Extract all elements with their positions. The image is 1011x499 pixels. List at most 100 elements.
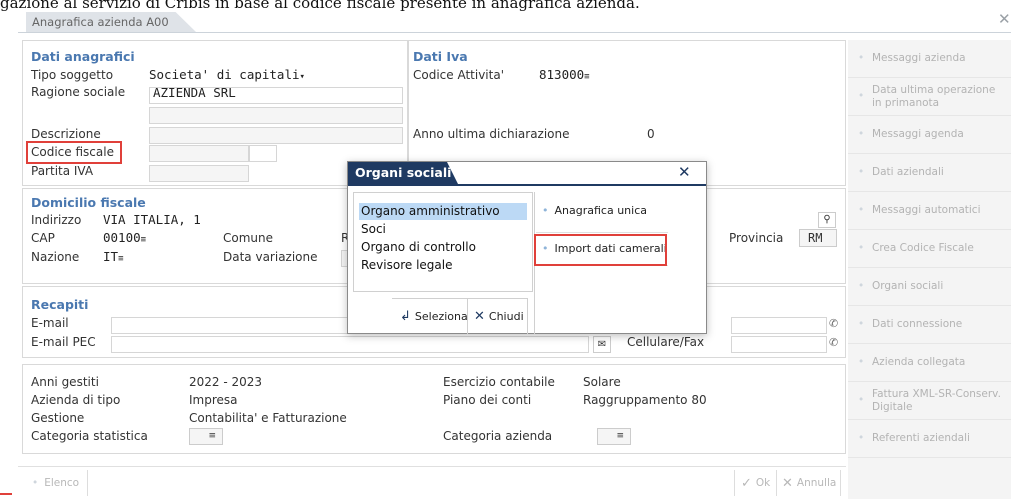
categoria-azienda-field[interactable]: ≡ bbox=[597, 428, 631, 445]
lookup-icon: ≡ bbox=[140, 235, 147, 245]
seleziona-label: Seleziona bbox=[414, 309, 468, 323]
anno-dichiarazione-label: Anno ultima dichiarazione bbox=[413, 127, 570, 141]
sidebar-item-organi-sociali[interactable]: Organi sociali bbox=[848, 268, 1011, 306]
data-variazione-label: Data variazione bbox=[223, 250, 318, 264]
sidebar-item-messaggi-automatici[interactable]: Messaggi automatici bbox=[848, 192, 1011, 230]
cap-field[interactable]: 00100≡ bbox=[103, 230, 146, 245]
bullet-icon: • bbox=[542, 204, 549, 217]
window-close-icon[interactable]: ✕ bbox=[998, 10, 1011, 28]
caption-text: gazione al servizio di Cribis in base al… bbox=[0, 0, 640, 12]
ragione-sociale-line2[interactable] bbox=[149, 107, 403, 124]
categoria-statistica-label: Categoria statistica bbox=[31, 429, 148, 443]
categoria-azienda-label: Categoria azienda bbox=[443, 429, 553, 443]
azienda-tipo-label: Azienda di tipo bbox=[31, 393, 121, 407]
list-item-organo-amministrativo[interactable]: Organo amministrativo bbox=[359, 203, 527, 220]
anni-gestiti-value: 2022 - 2023 bbox=[189, 375, 263, 389]
codice-fiscale-field[interactable] bbox=[149, 145, 249, 162]
annulla-button[interactable]: ✕ Annulla bbox=[778, 470, 842, 496]
piano-conti-value: Raggruppamento 80 bbox=[583, 393, 707, 407]
ok-button[interactable]: ✓ Ok bbox=[734, 470, 778, 496]
email-label: E-mail bbox=[31, 316, 69, 330]
gestione-label: Gestione bbox=[31, 411, 85, 425]
mail-icon[interactable]: ✉ bbox=[593, 336, 611, 353]
ragione-sociale-value: AZIENDA SRL bbox=[153, 85, 236, 100]
categoria-statistica-field[interactable]: ≡ bbox=[189, 428, 223, 445]
sidebar: Messaggi azienda Data ultima operazione … bbox=[848, 40, 1011, 499]
descrizione-field[interactable] bbox=[149, 127, 403, 144]
seleziona-button[interactable]: ↲ Seleziona bbox=[394, 298, 468, 334]
check-icon: ✓ bbox=[741, 475, 752, 491]
dropdown-arrow-icon: ▾ bbox=[299, 72, 305, 82]
chiudi-label: Chiudi bbox=[488, 309, 524, 323]
tipo-soggetto-value: Societa' di capitali bbox=[149, 67, 300, 82]
lookup-icon: ≡ bbox=[118, 254, 124, 264]
tipo-soggetto-label: Tipo soggetto bbox=[31, 68, 114, 82]
cap-value: 00100 bbox=[103, 230, 141, 245]
list-item-soci[interactable]: Soci bbox=[359, 221, 527, 238]
sidebar-item-azienda-collegata[interactable]: Azienda collegata bbox=[848, 344, 1011, 382]
chiudi-button[interactable]: ✕ Chiudi bbox=[470, 298, 528, 334]
azienda-tipo-value: Impresa bbox=[189, 393, 238, 407]
telefono-field[interactable] bbox=[731, 317, 827, 334]
codice-fiscale-highlight bbox=[26, 141, 122, 164]
codice-attivita-field[interactable]: 813000≡ bbox=[539, 67, 590, 82]
provincia-field[interactable]: RM bbox=[799, 229, 837, 247]
cap-label: CAP bbox=[31, 231, 55, 245]
sidebar-item-fattura-xml[interactable]: Fattura XML-SR-Conserv. Digitale bbox=[848, 382, 1011, 420]
partita-iva-field[interactable] bbox=[149, 165, 249, 182]
email-field[interactable] bbox=[111, 317, 351, 334]
tipo-soggetto-select[interactable]: Societa' di capitali▾ bbox=[149, 67, 305, 82]
comune-label: Comune bbox=[223, 231, 274, 245]
codice-attivita-label: Codice Attivita' bbox=[413, 68, 505, 82]
cellulare-field[interactable] bbox=[731, 336, 827, 353]
elenco-button[interactable]: • Elenco bbox=[22, 470, 89, 496]
section-title-domicilio: Domicilio fiscale bbox=[31, 195, 146, 210]
provincia-label: Provincia bbox=[729, 231, 784, 245]
section-title-anagrafici: Dati anagrafici bbox=[31, 49, 135, 64]
dialog-close-icon[interactable]: ✕ bbox=[678, 163, 691, 181]
organi-sociali-dialog: Organi sociali ✕ Organo amministrativo S… bbox=[347, 161, 707, 334]
esercizio-value: Solare bbox=[583, 375, 621, 389]
descrizione-label: Descrizione bbox=[31, 127, 101, 141]
email-pec-label: E-mail PEC bbox=[31, 335, 96, 349]
sidebar-item-dati-aziendali[interactable]: Dati aziendali bbox=[848, 154, 1011, 192]
gestione-value: Contabilita' e Fatturazione bbox=[189, 411, 347, 425]
lookup-icon: ≡ bbox=[584, 72, 590, 82]
codice-attivita-value: 813000 bbox=[539, 67, 585, 82]
bullet-icon: • bbox=[32, 477, 39, 489]
phone-icon[interactable]: ✆ bbox=[829, 336, 838, 349]
anagrafica-unica-label: Anagrafica unica bbox=[554, 204, 648, 217]
sidebar-item-crea-codice-fiscale[interactable]: Crea Codice Fiscale bbox=[848, 230, 1011, 268]
edge-marker bbox=[0, 493, 12, 495]
codice-fiscale-extra[interactable] bbox=[249, 145, 277, 162]
nazione-label: Nazione bbox=[31, 250, 80, 264]
list-item-revisore-legale[interactable]: Revisore legale bbox=[359, 257, 527, 274]
nazione-field[interactable]: IT≡ bbox=[103, 249, 123, 264]
close-icon: ✕ bbox=[782, 475, 793, 491]
panel-info: Anni gestiti 2022 - 2023 Azienda di tipo… bbox=[22, 364, 846, 454]
organi-list: Organo amministrativo Soci Organo di con… bbox=[353, 192, 533, 292]
sidebar-item-dati-connessione[interactable]: Dati connessione bbox=[848, 306, 1011, 344]
partita-iva-label: Partita IVA bbox=[31, 164, 94, 178]
map-pin-icon[interactable]: ⚲ bbox=[818, 212, 836, 228]
sidebar-item-referenti-aziendali[interactable]: Referenti aziendali bbox=[848, 420, 1011, 458]
window-title-tab: Anagrafica azienda A00 bbox=[26, 12, 196, 32]
section-title-recapiti: Recapiti bbox=[31, 297, 89, 312]
dialog-title: Organi sociali bbox=[348, 162, 458, 184]
elenco-label: Elenco bbox=[44, 477, 80, 489]
sidebar-item-data-ultima-operazione[interactable]: Data ultima operazione in primanota bbox=[848, 78, 1011, 116]
dialog-title-underline bbox=[348, 184, 706, 186]
anni-gestiti-label: Anni gestiti bbox=[31, 375, 99, 389]
phone-icon[interactable]: ✆ bbox=[829, 317, 838, 330]
indirizzo-value[interactable]: VIA ITALIA, 1 bbox=[103, 212, 201, 227]
cellulare-label: Cellulare/Fax bbox=[627, 335, 705, 349]
ragione-sociale-label: Ragione sociale bbox=[31, 85, 126, 99]
list-item-organo-controllo[interactable]: Organo di controllo bbox=[359, 239, 527, 256]
anagrafica-unica-button[interactable]: • Anagrafica unica bbox=[542, 204, 647, 217]
email-pec-field[interactable] bbox=[111, 336, 589, 353]
anno-dichiarazione-value: 0 bbox=[647, 127, 655, 141]
sidebar-item-messaggi-azienda[interactable]: Messaggi azienda bbox=[848, 40, 1011, 78]
indirizzo-label: Indirizzo bbox=[31, 213, 82, 227]
sidebar-item-messaggi-agenda[interactable]: Messaggi agenda bbox=[848, 116, 1011, 154]
section-title-iva: Dati Iva bbox=[413, 49, 468, 64]
